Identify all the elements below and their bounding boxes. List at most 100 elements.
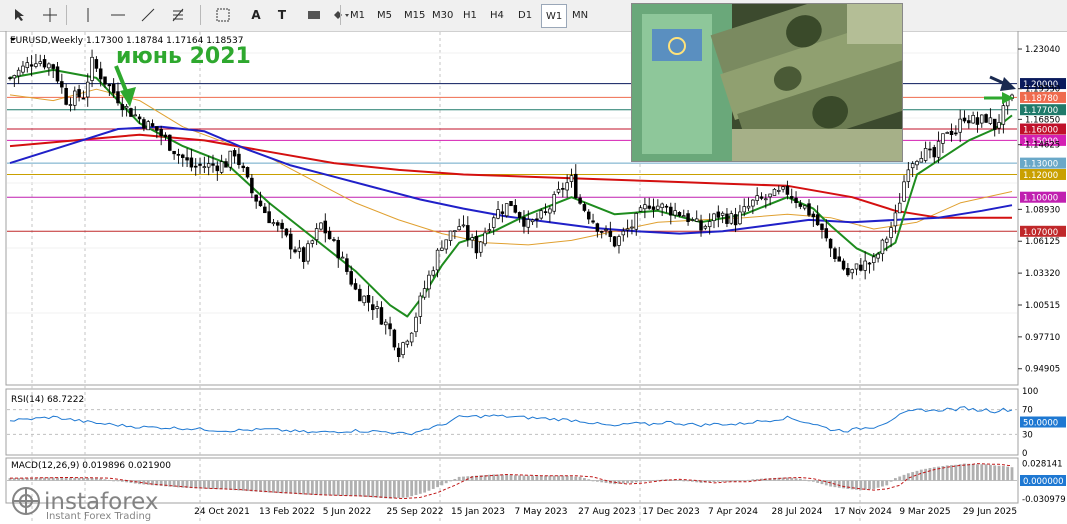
- macd-histogram-bar: [328, 480, 332, 496]
- macd-histogram-bar: [997, 465, 1001, 481]
- timeframe-m15[interactable]: M15: [400, 4, 429, 26]
- macd-histogram-bar: [984, 464, 988, 481]
- macd-histogram-bar: [401, 480, 405, 498]
- macd-histogram-bar: [574, 476, 578, 481]
- candle-body: [124, 106, 129, 109]
- candle-body: [29, 64, 34, 67]
- horizontal-line-tool-icon[interactable]: [106, 4, 130, 26]
- candle-body: [578, 197, 582, 204]
- candle-body: [435, 249, 440, 271]
- candle-body: [725, 213, 729, 224]
- text-tool-icon[interactable]: A: [244, 4, 268, 26]
- candle-body: [198, 163, 202, 166]
- macd-histogram-bar: [362, 480, 366, 497]
- macd-histogram-bar: [958, 464, 962, 481]
- candle-body: [509, 201, 513, 207]
- candle-body: [556, 188, 561, 193]
- fibonacci-tool-icon[interactable]: [166, 4, 190, 26]
- timeframe-h4[interactable]: H4: [486, 4, 508, 26]
- macd-histogram-bar: [526, 475, 530, 481]
- timeframe-m1[interactable]: M1: [346, 4, 369, 26]
- macd-histogram-bar: [513, 475, 517, 481]
- candle-body: [8, 77, 12, 79]
- price-tick-label: 1.00515: [1025, 301, 1060, 311]
- candle-body: [1001, 105, 1006, 125]
- macd-histogram-bar: [90, 478, 94, 481]
- candle-body: [656, 205, 660, 210]
- macd-histogram-bar: [297, 480, 301, 495]
- rectangle-tool-icon[interactable]: [302, 4, 326, 26]
- candle-body: [163, 134, 168, 138]
- macd-histogram-bar: [548, 475, 552, 481]
- candle-body: [250, 177, 254, 194]
- macd-histogram-bar: [963, 463, 966, 481]
- macd-histogram-bar: [881, 480, 884, 487]
- candle-body: [422, 288, 427, 298]
- macd-histogram-bar: [254, 480, 258, 492]
- candle-body: [297, 247, 302, 252]
- candle-body: [12, 75, 17, 79]
- trendline-tool-icon[interactable]: [136, 4, 160, 26]
- macd-histogram-bar: [224, 480, 228, 490]
- timeframe-w1[interactable]: W1: [541, 4, 568, 28]
- banknotes-photo: [631, 3, 903, 162]
- candle-body: [530, 219, 535, 223]
- price-tick-label: 1.03320: [1025, 269, 1060, 279]
- candle-body: [409, 332, 414, 343]
- candle-body: [984, 114, 988, 123]
- macd-histogram-bar: [69, 477, 72, 481]
- macd-histogram-bar: [811, 480, 815, 482]
- vertical-line-tool-icon[interactable]: [76, 4, 100, 26]
- macd-histogram-bar: [509, 475, 513, 481]
- macd-histogram-bar: [250, 480, 254, 492]
- cursor-tool-icon[interactable]: [8, 4, 32, 26]
- candle-body: [98, 68, 103, 80]
- candle-body: [232, 150, 237, 157]
- date-label: 24 Oct 2021: [194, 507, 250, 517]
- macd-histogram-bar: [306, 480, 310, 495]
- candle-body: [625, 228, 630, 231]
- candle-body: [884, 238, 889, 243]
- price-tick-label: 0.97710: [1025, 333, 1060, 343]
- timeframe-d1[interactable]: D1: [514, 4, 536, 26]
- macd-histogram-bar: [989, 464, 992, 481]
- macd-histogram-bar: [444, 480, 448, 484]
- macd-histogram-bar: [803, 479, 807, 481]
- candle-body: [405, 340, 410, 345]
- macd-histogram-bar: [924, 468, 928, 481]
- macd-histogram-bar: [1010, 467, 1014, 481]
- timeframe-h1[interactable]: H1: [459, 4, 481, 26]
- candle-body: [686, 213, 690, 223]
- date-label: 9 Mar 2025: [899, 507, 950, 517]
- timeframe-mn[interactable]: MN: [568, 4, 592, 26]
- candle-body: [142, 119, 146, 129]
- candle-body: [172, 150, 176, 155]
- candle-body: [185, 157, 189, 161]
- candle-body: [267, 211, 271, 224]
- macd-histogram-bar: [587, 479, 591, 481]
- candle-body: [543, 211, 548, 213]
- timeframe-m30[interactable]: M30: [428, 4, 457, 26]
- candle-body: [789, 196, 794, 199]
- macd-histogram-bar: [643, 480, 647, 482]
- macd-histogram-bar: [531, 475, 534, 481]
- candle-body: [448, 230, 453, 241]
- macd-zero-text: 0.000000: [1023, 477, 1064, 487]
- candle-body: [837, 256, 841, 262]
- macd-histogram-bar: [976, 464, 979, 481]
- macd-histogram-bar: [842, 480, 845, 489]
- timeframe-m5[interactable]: M5: [373, 4, 396, 26]
- price-level-text: 1.13000: [1023, 160, 1058, 170]
- text-label-tool-icon[interactable]: T: [270, 4, 294, 26]
- macd-histogram-bar: [626, 480, 630, 484]
- channel-tool-icon[interactable]: [211, 4, 235, 26]
- rsi-tick-label: 70: [1022, 406, 1033, 416]
- date-label: 7 May 2023: [515, 507, 568, 517]
- macd-histogram-bar: [872, 480, 876, 489]
- candle-body: [107, 84, 112, 87]
- candle-body: [60, 81, 64, 88]
- crosshair-tool-icon[interactable]: [38, 4, 62, 26]
- candle-body: [949, 130, 954, 135]
- macd-histogram-bar: [397, 480, 401, 498]
- candle-body: [599, 231, 604, 233]
